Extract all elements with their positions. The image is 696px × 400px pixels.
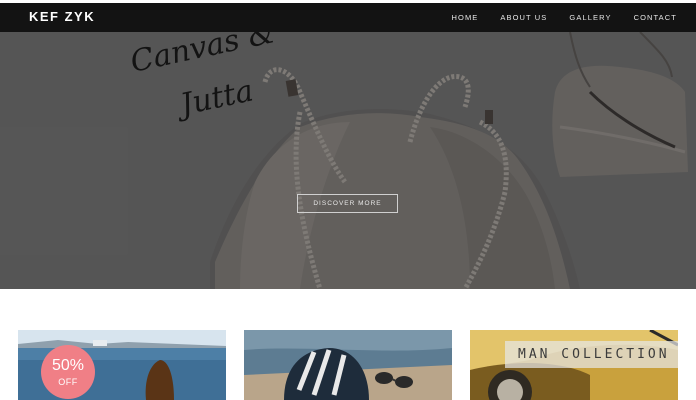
summer-card-image xyxy=(244,330,452,400)
nav-link-about-us[interactable]: ABOUT US xyxy=(500,13,547,22)
card-sale[interactable]: 50% OFF xyxy=(18,330,226,400)
hero-overlay xyxy=(0,32,696,289)
sale-percent: 50% xyxy=(51,357,85,374)
product-cards: 50% OFF MAN COLLECTION xyxy=(0,289,696,400)
nav-links: HOME ABOUT US GALLERY CONTACT xyxy=(430,13,678,22)
nav-link-gallery[interactable]: GALLERY xyxy=(569,13,611,22)
brand-logo[interactable]: KEF ZYK xyxy=(29,9,95,24)
nav-link-home[interactable]: HOME xyxy=(452,13,479,22)
sale-badge: 50% OFF xyxy=(41,345,95,399)
nav-link-contact[interactable]: CONTACT xyxy=(634,13,677,22)
card-summer[interactable] xyxy=(244,330,452,400)
sale-off-label: OFF xyxy=(58,377,78,387)
man-collection-label: MAN COLLECTION xyxy=(505,341,678,368)
hero-banner: Canvas & Jutta DISCOVER MORE xyxy=(0,32,696,289)
navbar: KEF ZYK HOME ABOUT US GALLERY CONTACT xyxy=(0,0,696,32)
card-man-collection[interactable]: MAN COLLECTION xyxy=(470,330,678,400)
discover-more-button[interactable]: DISCOVER MORE xyxy=(297,194,398,213)
